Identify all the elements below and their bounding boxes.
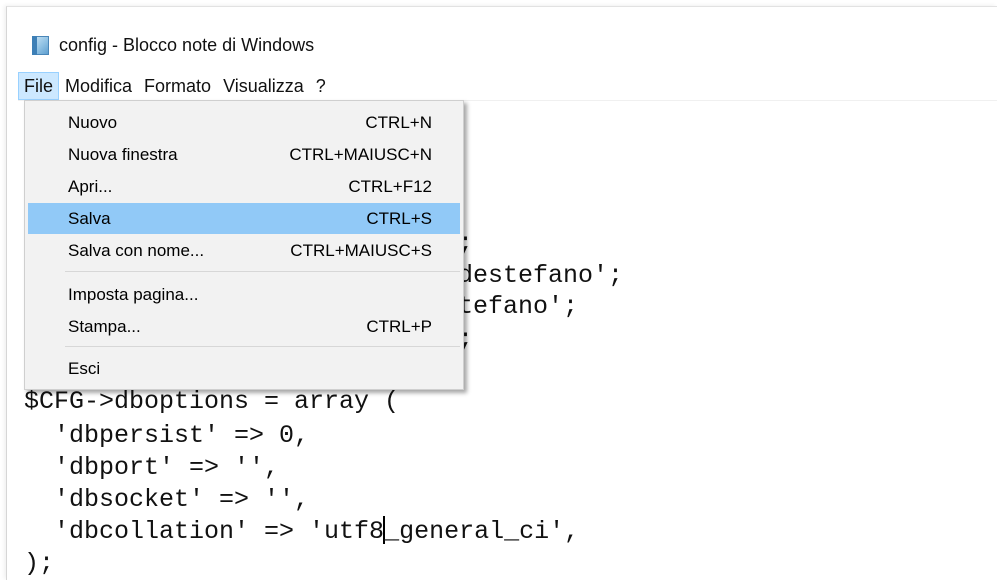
menu-item-shortcut: CTRL+S — [366, 209, 432, 228]
title-bar: config - Blocco note di Windows — [30, 30, 314, 60]
menu-item-salva-con-nome[interactable]: Salva con nome... CTRL+MAIUSC+S — [28, 235, 460, 266]
menu-item-shortcut: CTRL+MAIUSC+N — [289, 145, 432, 164]
file-menu-dropdown: Nuovo CTRL+N Nuova finestra CTRL+MAIUSC+… — [24, 100, 464, 390]
menu-item-shortcut: CTRL+F12 — [348, 177, 432, 196]
menu-bar: File Modifica Formato Visualizza ? — [18, 72, 997, 101]
menu-item-shortcut: CTRL+P — [366, 317, 432, 336]
menu-item-esci[interactable]: Esci — [28, 353, 460, 384]
code-line-with-caret: 'dbcollation' => 'utf8_general_ci', — [24, 516, 579, 548]
menu-item-stampa[interactable]: Stampa... CTRL+P — [28, 311, 460, 342]
menu-item-nuovo[interactable]: Nuovo CTRL+N — [28, 107, 460, 138]
menu-modifica[interactable]: Modifica — [59, 72, 138, 100]
menu-formato[interactable]: Formato — [138, 72, 217, 100]
code-fragment: destefano'; — [458, 261, 624, 290]
menu-separator — [65, 346, 460, 347]
menu-file[interactable]: File — [18, 72, 60, 100]
menu-item-label: Salva — [68, 209, 111, 228]
code-line: $CFG->dboptions = array ( — [24, 387, 400, 416]
menu-item-nuova-finestra[interactable]: Nuova finestra CTRL+MAIUSC+N — [28, 139, 460, 170]
notepad-icon — [30, 35, 51, 56]
menu-item-apri[interactable]: Apri... CTRL+F12 — [28, 171, 460, 202]
menu-item-shortcut: CTRL+MAIUSC+S — [290, 241, 432, 260]
code-text-after-caret: _general_ci', — [384, 517, 580, 546]
menu-help[interactable]: ? — [310, 72, 332, 100]
menu-item-label: Stampa... — [68, 317, 141, 336]
menu-visualizza[interactable]: Visualizza — [217, 72, 310, 100]
menu-item-label: Nuovo — [68, 113, 118, 132]
menu-item-label: Nuova finestra — [68, 145, 178, 164]
menu-item-imposta-pagina[interactable]: Imposta pagina... — [28, 279, 460, 310]
menu-item-salva[interactable]: Salva CTRL+S — [28, 203, 460, 234]
menu-separator — [65, 271, 460, 272]
code-line: 'dbpersist' => 0, — [24, 421, 310, 450]
code-fragment: tefano'; — [458, 292, 579, 321]
menu-item-label: Salva con nome... — [68, 241, 205, 260]
window-title: config - Blocco note di Windows — [59, 34, 315, 55]
code-line: ); — [24, 549, 55, 578]
code-line: 'dbsocket' => '', — [24, 485, 310, 514]
code-text-before-caret: 'dbcollation' => 'utf8 — [24, 517, 385, 546]
code-line: 'dbport' => '', — [24, 453, 280, 482]
menu-item-label: Imposta pagina... — [68, 285, 199, 304]
menu-item-label: Apri... — [68, 177, 113, 196]
menu-item-shortcut: CTRL+N — [365, 113, 432, 132]
menu-item-label: Esci — [68, 359, 101, 378]
